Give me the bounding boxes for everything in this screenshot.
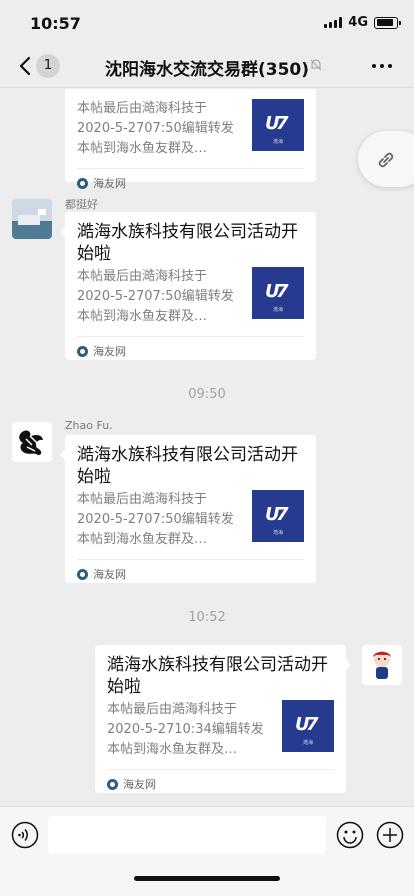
status-bar: 10:57 4G bbox=[0, 0, 414, 44]
floating-link-button[interactable] bbox=[358, 131, 414, 187]
chat-area[interactable]: 本帖最后由澔海科技于2020-5-2707:50编辑转发本帖到海水鱼友群及… U… bbox=[0, 89, 414, 806]
svg-text:7: 7 bbox=[276, 113, 289, 134]
source-icon bbox=[77, 568, 88, 580]
source-icon bbox=[77, 345, 88, 357]
source-icon bbox=[107, 778, 118, 790]
source-icon bbox=[77, 177, 88, 189]
more-options-button[interactable] bbox=[372, 64, 392, 68]
chat-header: 1 沈阳海水交流交易群(350) bbox=[0, 44, 414, 88]
timestamp: 09:50 bbox=[188, 387, 226, 402]
link-icon bbox=[378, 152, 394, 168]
input-bar bbox=[0, 806, 414, 896]
status-time: 10:57 bbox=[30, 14, 81, 33]
link-card-source: 海友网 bbox=[93, 345, 126, 358]
link-card-source: 海友网 bbox=[93, 568, 126, 581]
svg-text:7: 7 bbox=[306, 714, 319, 735]
emoji-icon[interactable] bbox=[336, 821, 364, 849]
avatar[interactable] bbox=[362, 645, 402, 685]
voice-icon[interactable] bbox=[11, 821, 39, 849]
sender-name: Zhao Fu. bbox=[65, 419, 113, 432]
link-card[interactable]: 澔海水族科技有限公司活动开始啦 本帖最后由澔海科技于2020-5-2710:34… bbox=[95, 645, 351, 793]
link-card-source: 海友网 bbox=[93, 177, 126, 190]
timestamp: 10:52 bbox=[188, 610, 226, 625]
link-card-title: 澔海水族科技有限公司活动开始啦 bbox=[77, 445, 298, 487]
link-card-description: 本帖最后由澔海科技于2020-5-2707:50编辑转发本帖到海水鱼友群及… bbox=[77, 492, 234, 547]
signal-icon bbox=[324, 17, 343, 28]
message-input[interactable] bbox=[48, 816, 326, 854]
mute-bell-icon bbox=[310, 59, 322, 71]
svg-text:7: 7 bbox=[276, 281, 289, 302]
link-card-description: 本帖最后由澔海科技于2020-5-2710:34编辑转发本帖到海水鱼友群及… bbox=[107, 702, 264, 757]
link-card-thumbnail: U7 澔海 bbox=[252, 490, 304, 542]
link-card[interactable]: 本帖最后由澔海科技于2020-5-2707:50编辑转发本帖到海水鱼友群及… U… bbox=[65, 89, 316, 190]
link-card-title: 澔海水族科技有限公司活动开始啦 bbox=[107, 655, 328, 697]
link-card-title: 澔海水族科技有限公司活动开始啦 bbox=[77, 222, 298, 264]
svg-text:7: 7 bbox=[276, 504, 289, 525]
sender-name: 都挺好 bbox=[65, 198, 98, 211]
link-card[interactable]: 澔海水族科技有限公司活动开始啦 本帖最后由澔海科技于2020-5-2707:50… bbox=[60, 435, 316, 583]
avatar[interactable] bbox=[12, 422, 52, 462]
network-type: 4G bbox=[348, 15, 368, 30]
chat-title: 沈阳海水交流交易群(350) bbox=[104, 60, 310, 80]
link-card-description: 本帖最后由澔海科技于2020-5-2707:50编辑转发本帖到海水鱼友群及… bbox=[77, 101, 234, 156]
link-card-description: 本帖最后由澔海科技于2020-5-2707:50编辑转发本帖到海水鱼友群及… bbox=[77, 269, 234, 324]
link-card-thumbnail: U7 澔海 bbox=[252, 267, 304, 319]
battery-icon bbox=[374, 16, 401, 29]
home-indicator bbox=[134, 876, 280, 881]
avatar[interactable] bbox=[12, 199, 52, 239]
link-card-source: 海友网 bbox=[123, 778, 156, 791]
link-card[interactable]: 澔海水族科技有限公司活动开始啦 本帖最后由澔海科技于2020-5-2707:50… bbox=[60, 212, 316, 360]
link-card-thumbnail: U7 澔海 bbox=[252, 99, 304, 151]
link-card-thumbnail: U7 澔海 bbox=[282, 700, 334, 752]
plus-icon[interactable] bbox=[376, 821, 404, 849]
